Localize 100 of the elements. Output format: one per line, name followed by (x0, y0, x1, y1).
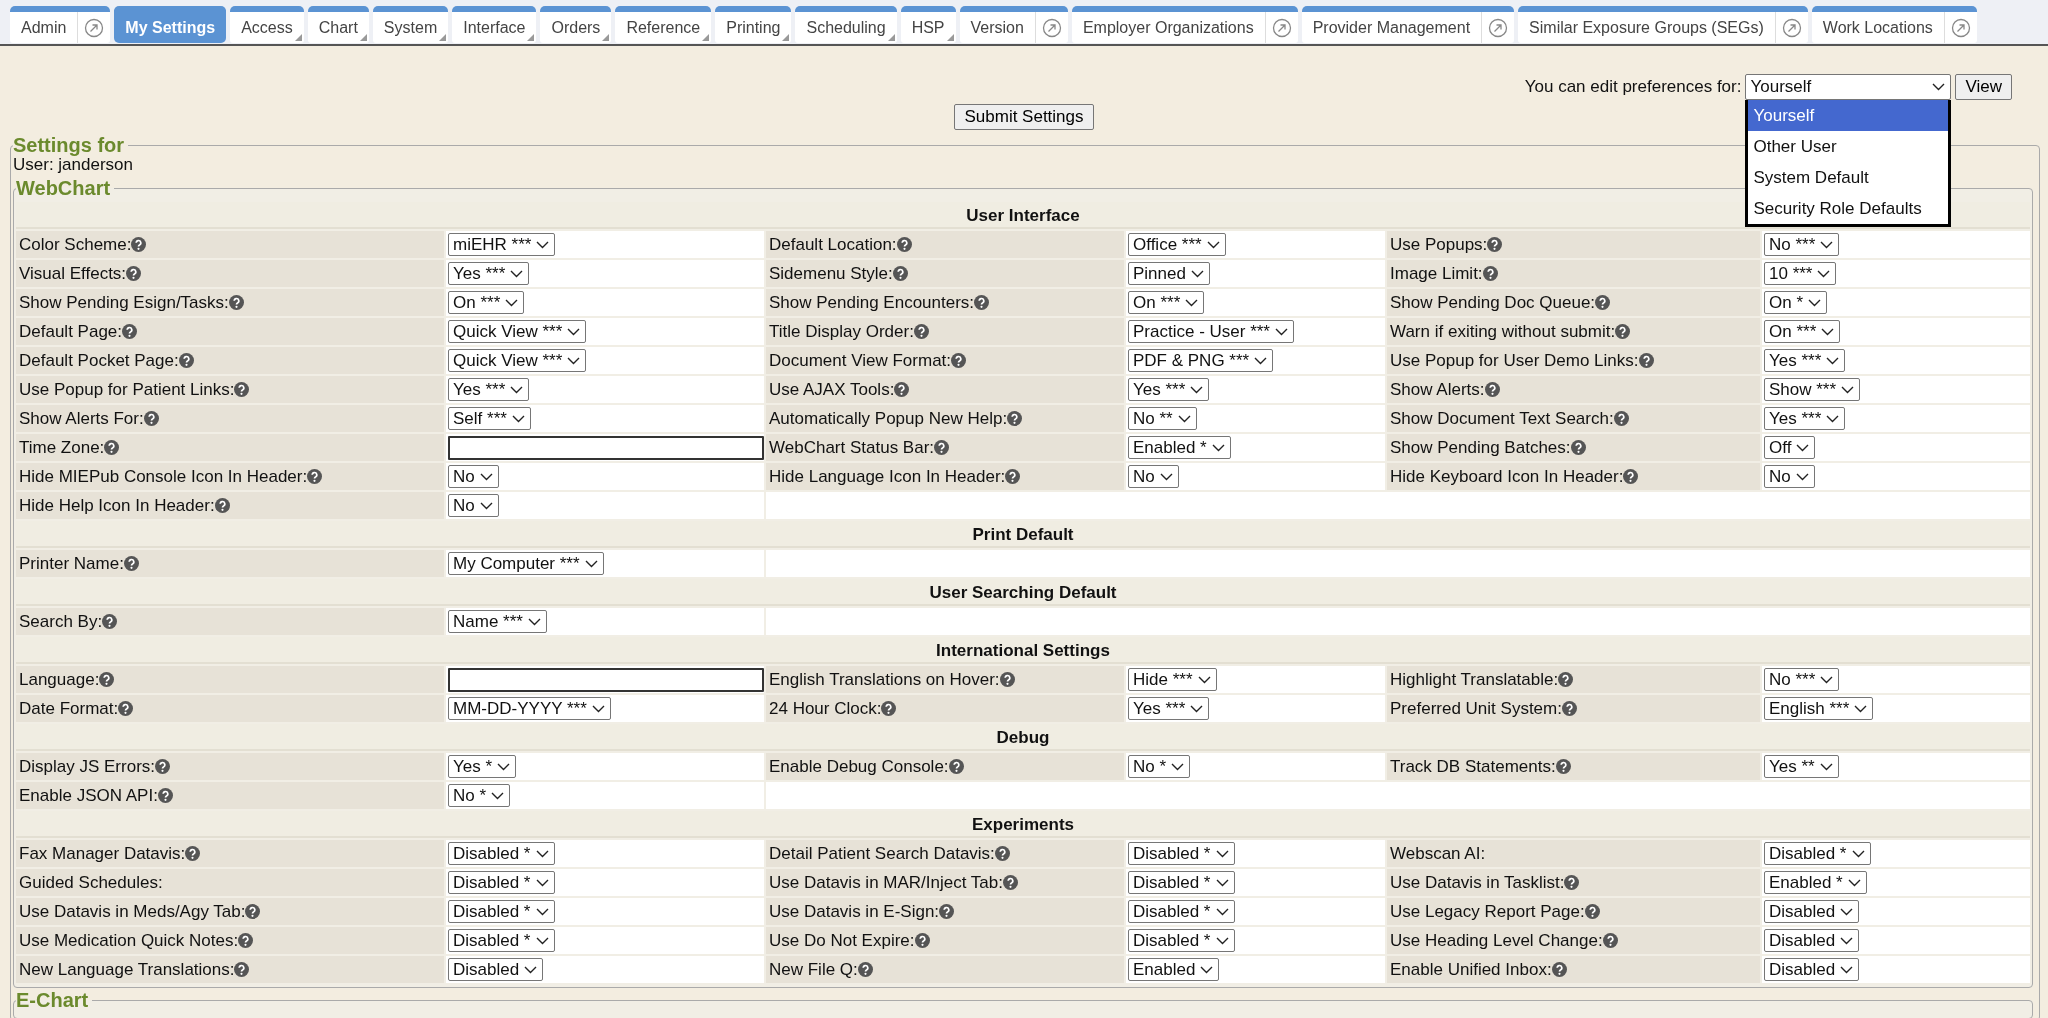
help-icon[interactable] (892, 266, 908, 281)
select-field[interactable]: Name *** (448, 610, 547, 633)
select-field[interactable]: Self *** (448, 407, 531, 430)
select-field[interactable]: Disabled * (1128, 900, 1235, 923)
help-icon[interactable] (1558, 672, 1574, 687)
help-icon[interactable] (1551, 962, 1567, 977)
nav-tab[interactable]: Similar Exposure Groups (SEGs) (1518, 6, 1808, 43)
help-icon[interactable] (896, 237, 912, 252)
nav-tab[interactable]: Access (230, 6, 304, 43)
help-icon[interactable] (894, 382, 910, 397)
select-field[interactable]: Yes *** (448, 378, 530, 401)
select-field[interactable]: No *** (1764, 233, 1840, 256)
help-icon[interactable] (1623, 469, 1639, 484)
help-icon[interactable] (126, 266, 142, 281)
help-icon[interactable] (214, 498, 230, 513)
select-field[interactable]: Enabled (1128, 958, 1220, 981)
select-field[interactable]: Disabled * (448, 871, 555, 894)
help-icon[interactable] (948, 759, 964, 774)
select-field[interactable]: Enabled * (1128, 436, 1231, 459)
help-icon[interactable] (234, 962, 250, 977)
select-field[interactable]: Disabled (1764, 900, 1860, 923)
select-field[interactable]: English *** (1764, 697, 1874, 720)
help-icon[interactable] (1638, 353, 1654, 368)
select-field[interactable]: Disabled (1764, 929, 1860, 952)
select-field[interactable]: Yes *** (1128, 697, 1210, 720)
help-icon[interactable] (1007, 411, 1023, 426)
help-icon[interactable] (951, 353, 967, 368)
help-icon[interactable] (122, 324, 137, 339)
help-icon[interactable] (157, 788, 173, 803)
nav-tab[interactable]: HSP (900, 6, 956, 43)
help-icon[interactable] (99, 672, 115, 687)
select-field[interactable]: Office *** (1128, 233, 1226, 256)
help-icon[interactable] (913, 324, 929, 339)
nav-tab[interactable]: Admin (10, 6, 111, 43)
help-icon[interactable] (1555, 759, 1571, 774)
help-icon[interactable] (185, 846, 201, 861)
dropdown-option[interactable]: Other User (1748, 131, 1949, 162)
select-field[interactable]: No ** (1128, 407, 1197, 430)
select-field[interactable]: Practice - User *** (1128, 320, 1294, 343)
help-icon[interactable] (974, 295, 990, 310)
select-field[interactable]: Disabled * (1128, 871, 1235, 894)
select-field[interactable]: No (448, 465, 499, 488)
select-field[interactable]: Yes * (448, 755, 517, 778)
dropdown-option[interactable]: System Default (1748, 162, 1949, 193)
select-field[interactable]: No (1764, 465, 1815, 488)
help-icon[interactable] (1005, 469, 1021, 484)
help-icon[interactable] (1003, 875, 1018, 890)
select-field[interactable]: Pinned (1128, 262, 1210, 285)
nav-tab[interactable]: Chart (307, 6, 369, 43)
select-field[interactable]: No * (1128, 755, 1191, 778)
nav-tab[interactable]: Interface (452, 6, 537, 43)
select-field[interactable]: Quick View *** (448, 349, 587, 372)
nav-tab[interactable]: Work Locations (1811, 6, 1977, 43)
help-icon[interactable] (1564, 875, 1580, 890)
select-field[interactable]: Yourself (1745, 74, 1952, 100)
select-field[interactable]: 10 *** (1764, 262, 1837, 285)
help-icon[interactable] (1482, 266, 1498, 281)
nav-tab[interactable]: System (372, 6, 449, 43)
select-field[interactable]: No (448, 494, 499, 517)
help-icon[interactable] (123, 556, 139, 571)
help-icon[interactable] (934, 440, 950, 455)
select-field[interactable]: Hide *** (1128, 668, 1217, 691)
dropdown-option[interactable]: Security Role Defaults (1748, 193, 1949, 224)
help-icon[interactable] (857, 962, 873, 977)
nav-tab[interactable]: Provider Management (1301, 6, 1515, 43)
select-field[interactable]: MM-DD-YYYY *** (448, 697, 611, 720)
nav-tab[interactable]: Employer Organizations (1071, 6, 1298, 43)
help-icon[interactable] (228, 295, 244, 310)
select-field[interactable]: Enabled * (1764, 871, 1867, 894)
select-field[interactable]: Show *** (1764, 378, 1861, 401)
select-field[interactable]: Disabled * (448, 929, 555, 952)
help-icon[interactable] (238, 933, 254, 948)
select-field[interactable]: PDF & PNG *** (1128, 349, 1274, 372)
help-icon[interactable] (1602, 933, 1618, 948)
select-field[interactable]: No *** (1764, 668, 1840, 691)
help-icon[interactable] (102, 614, 118, 629)
help-icon[interactable] (178, 353, 194, 368)
select-field[interactable]: Yes *** (1128, 378, 1210, 401)
select-field[interactable]: On *** (1764, 320, 1841, 343)
select-field[interactable]: On *** (1128, 291, 1205, 314)
select-field[interactable]: Yes *** (1764, 407, 1846, 430)
select-field[interactable]: miEHR *** (448, 233, 556, 256)
help-icon[interactable] (104, 440, 120, 455)
help-icon[interactable] (155, 759, 171, 774)
view-button[interactable]: View (1955, 74, 2012, 100)
select-field[interactable]: Disabled * (1128, 929, 1235, 952)
nav-tab[interactable]: Reference (615, 6, 712, 43)
help-icon[interactable] (1584, 904, 1600, 919)
select-field[interactable]: Yes *** (448, 262, 530, 285)
select-field[interactable]: My Computer *** (448, 552, 604, 575)
help-icon[interactable] (143, 411, 159, 426)
select-field[interactable]: Disabled * (1764, 842, 1871, 865)
help-icon[interactable] (1561, 701, 1577, 716)
help-icon[interactable] (234, 382, 250, 397)
help-icon[interactable] (1570, 440, 1586, 455)
help-icon[interactable] (1484, 382, 1500, 397)
select-field[interactable]: Disabled * (1128, 842, 1235, 865)
select-field[interactable]: Disabled (448, 958, 544, 981)
help-icon[interactable] (1615, 324, 1631, 339)
help-icon[interactable] (939, 904, 955, 919)
